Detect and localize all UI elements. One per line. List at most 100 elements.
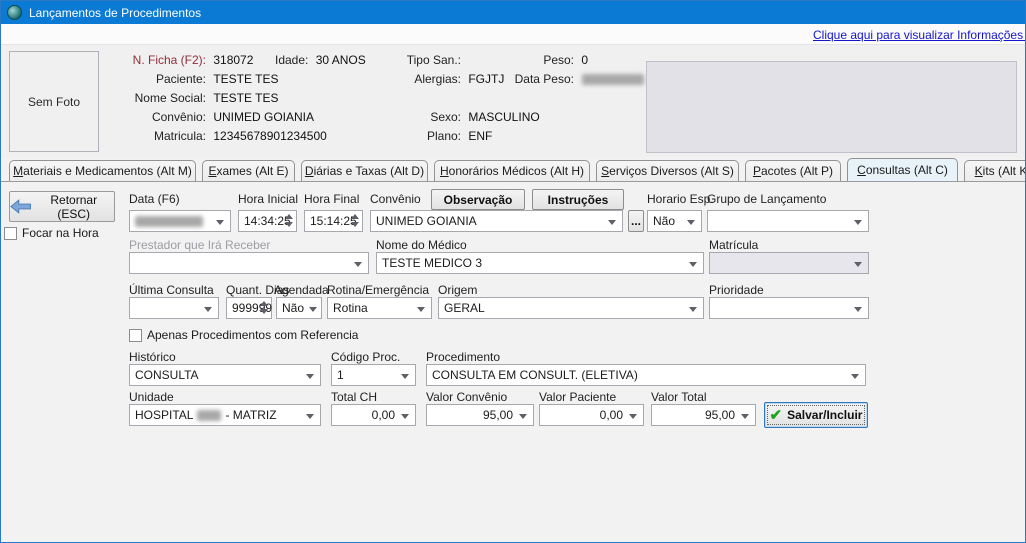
tab-diarias-taxas[interactable]: Diárias e Taxas (Alt D) [301,160,428,181]
title-bar: Lançamentos de Procedimentos [1,1,1025,24]
spinner-arrows-icon[interactable] [285,214,293,227]
prestador-label: Prestador que Irá Receber [129,238,270,252]
unidade-combobox[interactable]: HOSPITAL - MATRIZ [129,404,321,426]
unidade-suffix: - MATRIZ [225,408,276,422]
prioridade-label: Prioridade [709,283,764,297]
rotina-emergencia-combobox[interactable]: Rotina [327,297,432,319]
agendada-value: Não [282,301,304,315]
prestador-combobox[interactable] [129,252,369,274]
tipo-san-line: Tipo San.: [386,53,465,67]
paciente-label: Paciente: [96,72,206,86]
salvar-label: Salvar/Incluir [787,408,862,422]
chevron-down-icon [519,414,527,419]
nome-medico-value: TESTE MEDICO 3 [382,256,482,270]
patient-info-link[interactable]: Clique aqui para visualizar Informações … [813,28,1026,42]
matricula-value: 12345678901234500 [213,129,326,143]
convenio-more-button[interactable]: ... [628,210,644,232]
valor-total-combobox[interactable]: 95,00 [651,404,756,426]
valor-total-value: 95,00 [705,408,735,422]
tab-pacotes[interactable]: Pacotes (Alt P) [745,160,841,181]
valor-paciente-combobox[interactable]: 0,00 [539,404,644,426]
salvar-incluir-button[interactable]: ✔ Salvar/Incluir [764,402,868,428]
idade-line: Idade: 30 ANOS [275,53,366,67]
chevron-down-icon [309,307,317,312]
horario-esp-combobox[interactable]: Não [647,210,702,232]
checkbox-box [4,227,17,240]
tab-strip: Materiais e Medicamentos (Alt M) Exames … [1,158,1025,181]
sexo-label: Sexo: [386,110,461,124]
tab-honorarios-medicos[interactable]: Honorários Médicos (Alt H) [434,160,590,181]
chevron-down-icon [629,414,637,419]
ultima-consulta-combobox[interactable] [129,297,219,319]
spinner-arrows-icon[interactable] [351,214,359,227]
procedimento-label: Procedimento [426,350,500,364]
codigo-proc-value: 1 [337,368,344,382]
app-icon [7,5,22,20]
tab-kits[interactable]: Kits (Alt K) [964,160,1026,181]
instrucoes-button[interactable]: Instruções [532,189,624,210]
patient-photo-placeholder: Sem Foto [9,51,99,152]
valor-convenio-value: 95,00 [483,408,513,422]
chevron-down-icon [417,307,425,312]
origem-combobox[interactable]: GERAL [438,297,704,319]
tab-exames[interactable]: Exames (Alt E) [202,160,295,181]
grupo-lancamento-combobox[interactable] [707,210,869,232]
nome-medico-combobox[interactable]: TESTE MEDICO 3 [376,252,704,274]
header-side-panel [646,61,1017,153]
peso-label: Peso: [506,53,574,67]
sexo-value: MASCULINO [468,110,539,124]
chevron-down-icon [401,414,409,419]
peso-value: 0 [581,53,588,67]
consultas-tab-panel: Retornar (ESC) Focar na Hora Data (F6) H… [1,181,1026,543]
retornar-button[interactable]: Retornar (ESC) [9,191,115,222]
quant-dias-spinner[interactable]: 999999 [226,297,272,319]
codigo-proc-combobox[interactable]: 1 [331,364,416,386]
data-combobox[interactable] [129,210,231,232]
chevron-down-icon [854,307,862,312]
convenio-field-value: UNIMED GOIANIA [376,214,477,228]
patient-header: Sem Foto N. Ficha (F2): 318072 Paciente:… [1,45,1025,158]
focar-na-hora-checkbox[interactable]: Focar na Hora [4,226,99,240]
hora-final-spinner[interactable]: 15:14:25 [304,210,363,232]
prioridade-combobox[interactable] [709,297,869,319]
spinner-arrows-icon[interactable] [260,301,268,314]
tab-servicos-diversos[interactable]: Serviços Diversos (Alt S) [596,160,739,181]
agendada-combobox[interactable]: Não [276,297,322,319]
chevron-down-icon [689,307,697,312]
photo-placeholder-text: Sem Foto [28,95,80,109]
chevron-down-icon [854,262,862,267]
horario-esp-label: Horario Esp. [647,192,714,206]
hora-inicial-spinner[interactable]: 14:34:25 [238,210,297,232]
convenio-line: Convênio: UNIMED GOIANIA [96,110,314,124]
retornar-label: Retornar (ESC) [33,193,114,221]
apenas-referencia-label: Apenas Procedimentos com Referencia [147,328,358,342]
convenio-field-label: Convênio [370,192,421,206]
tab-consultas[interactable]: Consultas (Alt C) [847,158,958,181]
apenas-referencia-checkbox[interactable]: Apenas Procedimentos com Referencia [129,328,358,342]
convenio-combobox[interactable]: UNIMED GOIANIA [370,210,623,232]
observacao-button[interactable]: Observação [431,189,525,210]
tab-materiais-medicamentos[interactable]: Materiais e Medicamentos (Alt M) [9,160,196,181]
paciente-line: Paciente: TESTE TES [96,72,278,86]
checkbox-box [129,329,142,342]
chevron-down-icon [354,262,362,267]
chevron-down-icon [687,220,695,225]
convenio-label: Convênio: [96,110,206,124]
nome-medico-label: Nome do Médico [376,238,467,252]
horario-esp-value: Não [653,214,675,228]
agendada-label: Agendada [274,283,329,297]
peso-line: Peso: 0 [506,53,588,67]
tipo-san-label: Tipo San.: [386,53,461,67]
chevron-down-icon [854,220,862,225]
total-ch-combobox[interactable]: 0,00 [331,404,416,426]
plano-label: Plano: [386,129,461,143]
valor-convenio-combobox[interactable]: 95,00 [426,404,534,426]
historico-combobox[interactable]: CONSULTA [129,364,321,386]
procedimento-combobox[interactable]: CONSULTA EM CONSULT. (ELETIVA) [426,364,866,386]
alergias-value: FGJTJ [468,72,504,86]
chevron-down-icon [608,220,616,225]
left-arrow-icon [10,199,31,214]
matricula-field-label: Matrícula [709,238,758,252]
nome-social-value: TESTE TES [213,91,278,105]
total-ch-label: Total CH [331,390,377,404]
